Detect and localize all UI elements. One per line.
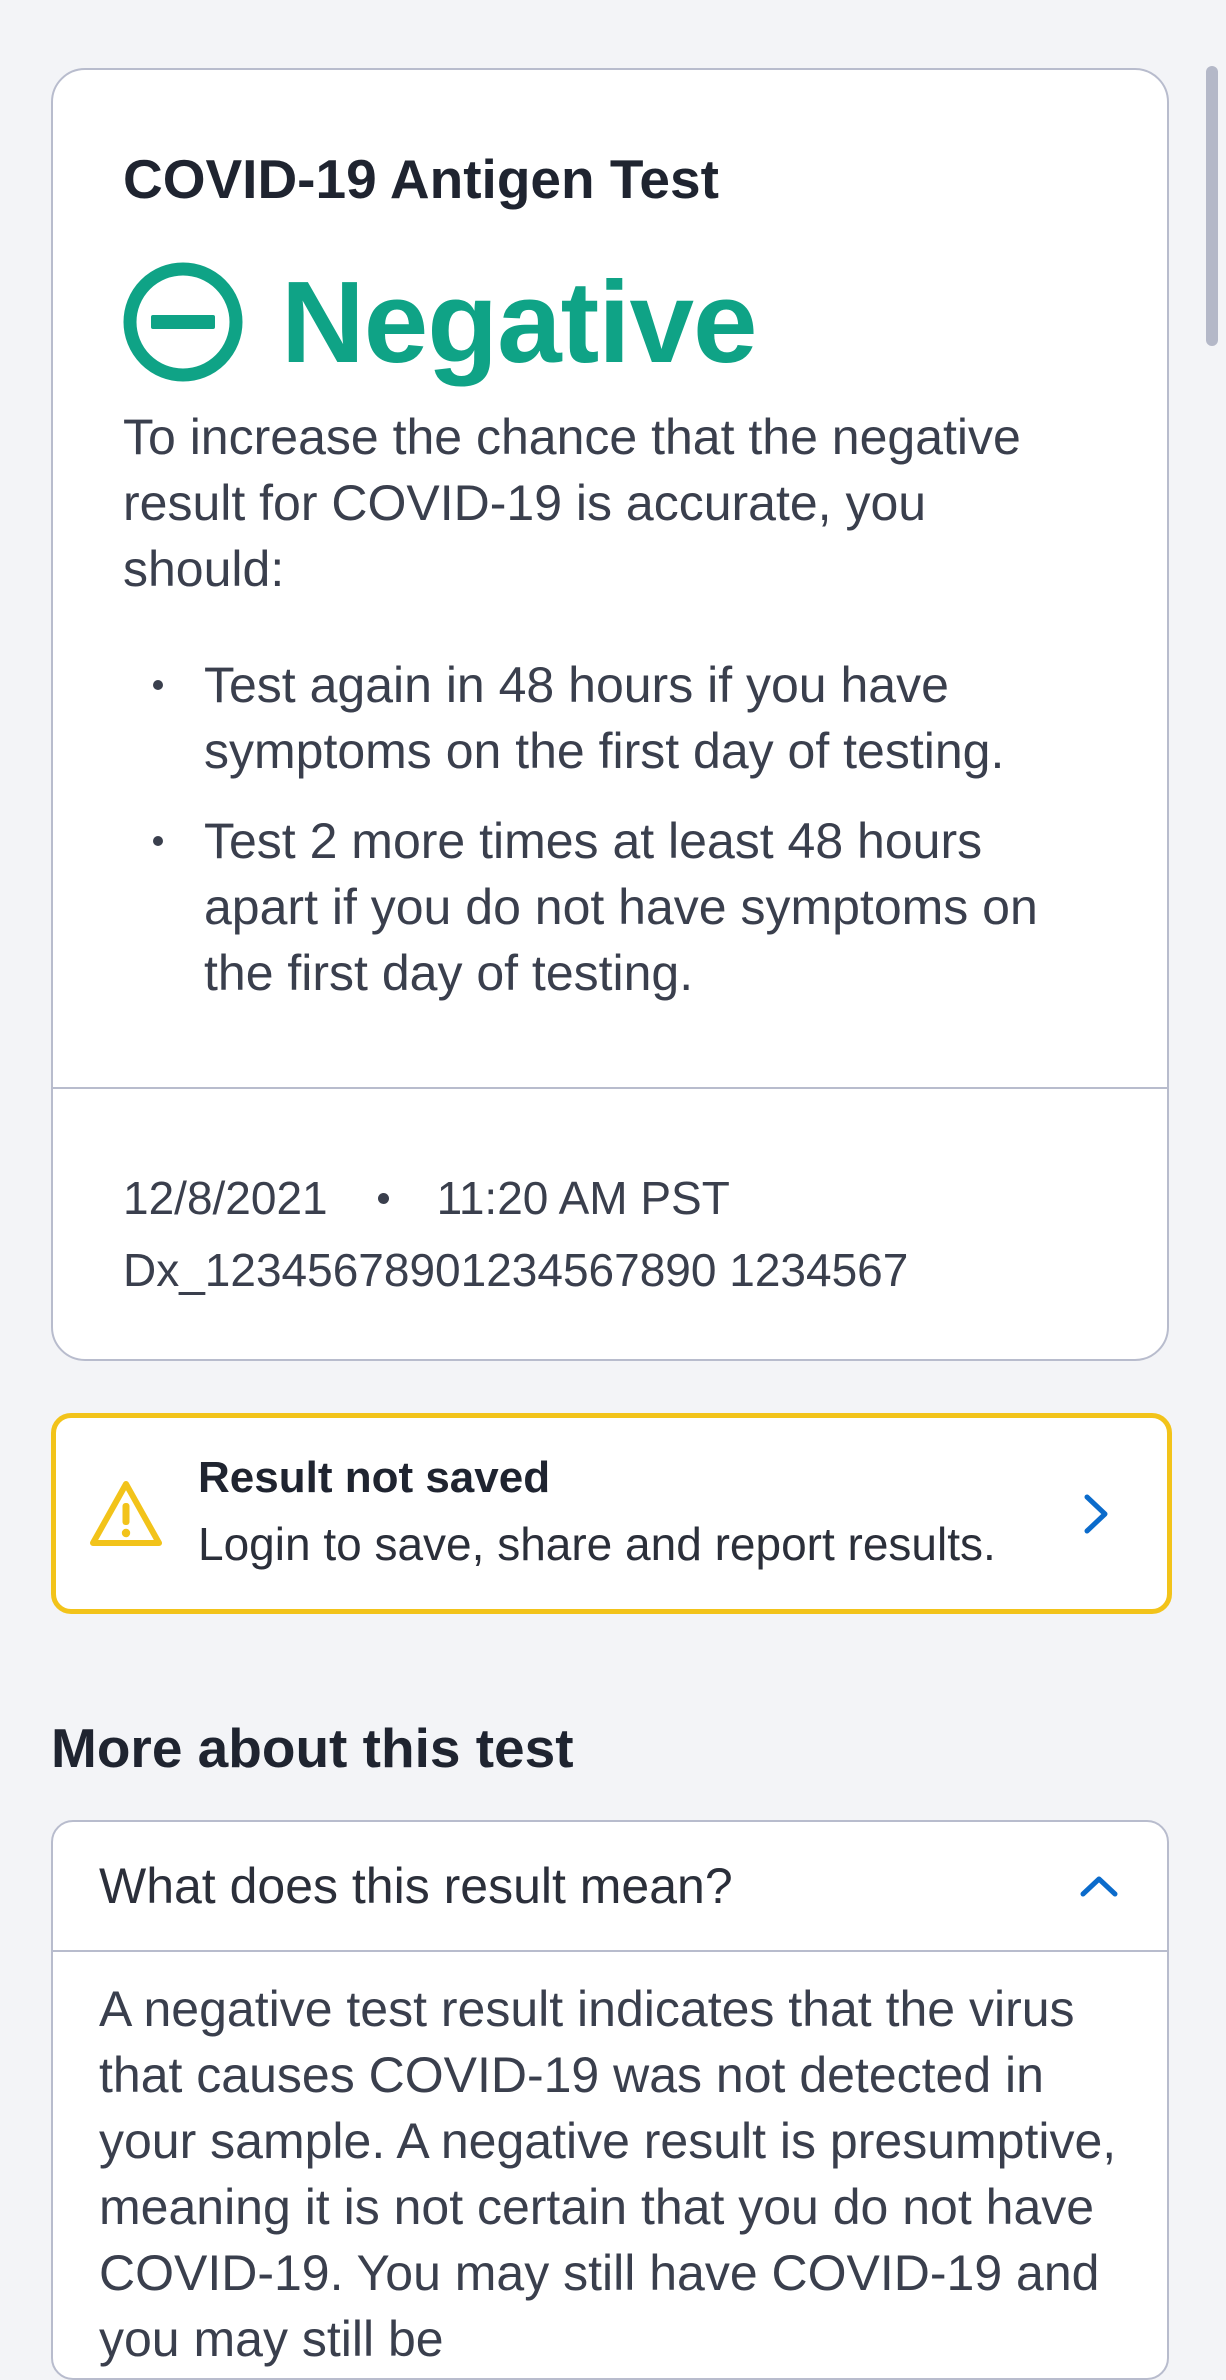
minus-circle-icon xyxy=(123,262,243,382)
accordion-header[interactable]: What does this result mean? xyxy=(53,1822,1167,1952)
result-label: Negative xyxy=(281,257,758,387)
accordion-question: What does this result mean? xyxy=(99,1858,733,1914)
section-heading: More about this test xyxy=(51,1717,574,1779)
banner-title: Result not saved xyxy=(198,1452,551,1502)
bullet-dot xyxy=(153,680,163,690)
scrollbar-thumb[interactable] xyxy=(1206,66,1218,346)
chevron-up-icon[interactable] xyxy=(1077,1872,1121,1900)
warning-triangle-icon xyxy=(90,1480,162,1546)
advice-list: Test again in 48 hours if you have sympt… xyxy=(123,652,1097,1006)
test-datetime: 12/8/2021 11:20 AM PST xyxy=(123,1162,1097,1234)
test-title: COVID-19 Antigen Test xyxy=(123,148,719,210)
advice-list-item: Test again in 48 hours if you have sympt… xyxy=(123,652,1097,784)
scrollbar[interactable] xyxy=(1206,66,1218,2326)
test-id: Dx_12345678901234567890 1234567 xyxy=(123,1244,909,1296)
result-card: COVID-19 Antigen Test Negative To increa… xyxy=(51,68,1169,1361)
advice-item-text: Test 2 more times at least 48 hours apar… xyxy=(204,813,1038,1001)
separator-dot xyxy=(377,1192,389,1204)
test-date: 12/8/2021 xyxy=(123,1172,328,1224)
advice-list-item: Test 2 more times at least 48 hours apar… xyxy=(123,808,1097,1006)
faq-accordion: What does this result mean? A negative t… xyxy=(51,1820,1169,2380)
result-card-main: COVID-19 Antigen Test Negative To increa… xyxy=(53,70,1167,1089)
banner-message: Login to save, share and report results. xyxy=(198,1517,996,1570)
bullet-dot xyxy=(153,836,163,846)
test-time: 11:20 AM PST xyxy=(436,1172,730,1224)
advice-text: To increase the chance that the negative… xyxy=(123,409,1021,597)
advice-item-text: Test again in 48 hours if you have sympt… xyxy=(204,657,1005,779)
result-row: Negative xyxy=(123,262,1097,382)
banner-text: Result not saved Login to save, share an… xyxy=(198,1448,1078,1580)
result-card-meta: 12/8/2021 11:20 AM PST Dx_12345678901234… xyxy=(53,1089,1167,1306)
chevron-right-icon[interactable] xyxy=(1078,1491,1114,1537)
accordion-answer: A negative test result indicates that th… xyxy=(99,1981,1117,2367)
result-not-saved-banner[interactable]: Result not saved Login to save, share an… xyxy=(51,1413,1172,1614)
